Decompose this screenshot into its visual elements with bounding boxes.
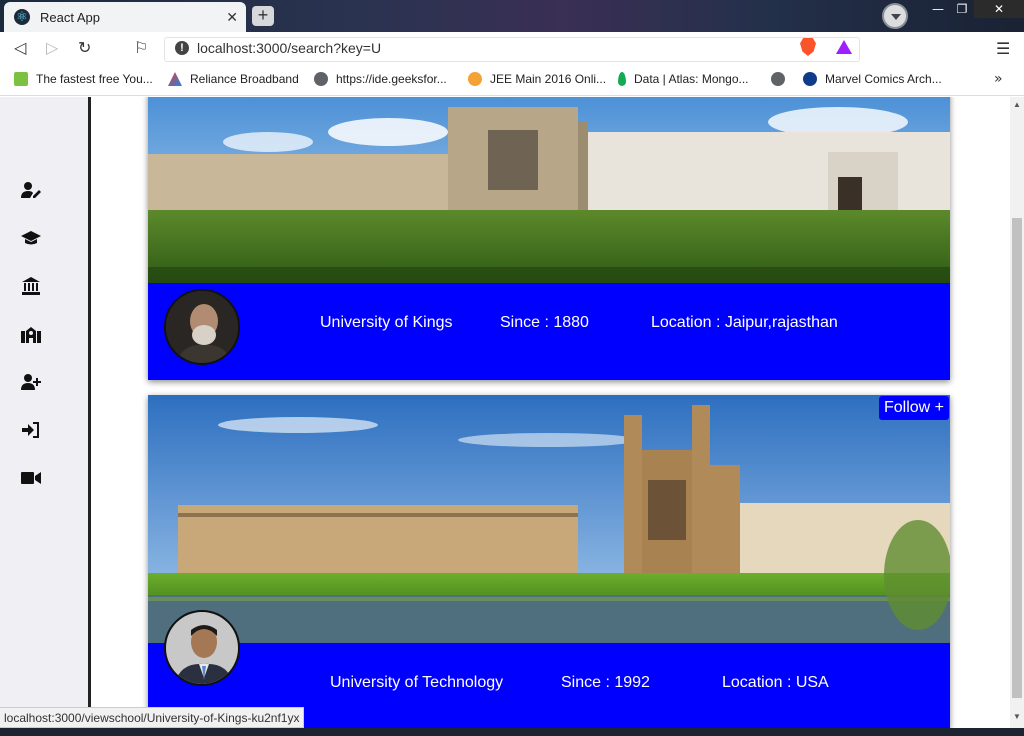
school-card[interactable]: Follow + University of Technology Since … xyxy=(148,395,950,729)
bookmark-item[interactable]: https://ide.geeksfor... xyxy=(314,72,447,86)
bookmark-label: https://ide.geeksfor... xyxy=(336,72,447,86)
user-edit-icon[interactable] xyxy=(21,181,41,199)
school-since: Since : 1992 xyxy=(561,674,650,691)
bookmark-item[interactable]: Marvel Comics Arch... xyxy=(803,72,942,86)
school-card[interactable]: University of Kings Since : 1880 Locatio… xyxy=(148,97,950,380)
school-location: Location : USA xyxy=(722,674,829,691)
link-status-bar: localhost:3000/viewschool/University-of-… xyxy=(0,707,305,728)
reliance-icon xyxy=(168,72,182,86)
os-taskbar xyxy=(0,728,1024,736)
page-content: University of Kings Since : 1880 Locatio… xyxy=(0,97,1010,736)
school-name[interactable]: University of Technology xyxy=(330,674,503,692)
scrollbar-thumb[interactable] xyxy=(1012,218,1022,698)
minimize-icon[interactable]: — xyxy=(926,0,950,18)
bookmark-label: Reliance Broadband xyxy=(190,72,299,86)
bookmark-label: Marvel Comics Arch... xyxy=(825,72,942,86)
user-plus-icon[interactable] xyxy=(21,373,41,391)
bookmark-icon[interactable]: ⚐ xyxy=(134,38,148,57)
globe-icon xyxy=(314,72,328,86)
school-since: Since : 1880 xyxy=(500,314,589,331)
bookmark-item[interactable]: JEE Main 2016 Onli... xyxy=(468,72,606,86)
browser-tab[interactable]: ⚛ React App ✕ xyxy=(4,2,246,32)
scroll-up-icon[interactable]: ▲ xyxy=(1013,100,1021,109)
school-image[interactable] xyxy=(148,97,950,283)
school-info-bar: University of Kings Since : 1880 Locatio… xyxy=(148,283,950,380)
bookmark-label: The fastest free You... xyxy=(36,72,153,86)
brave-rewards-icon[interactable] xyxy=(836,40,852,54)
tab-title: React App xyxy=(40,9,100,25)
browser-menu-icon[interactable]: ☰ xyxy=(996,39,1010,58)
window-controls: — ❐ ✕ xyxy=(926,0,1024,20)
url-text[interactable]: localhost:3000/search?key=U xyxy=(197,40,381,56)
school-location: Location : Jaipur,rajasthan xyxy=(651,314,838,331)
bookmark-item[interactable]: The fastest free You... xyxy=(14,72,153,86)
more-bookmarks-icon[interactable]: » xyxy=(994,71,1003,87)
restore-icon[interactable]: ❐ xyxy=(950,0,974,18)
site-info-icon[interactable]: ! xyxy=(175,41,189,55)
bookmark-label: JEE Main 2016 Onli... xyxy=(490,72,607,86)
bookmark-item[interactable]: Reliance Broadband xyxy=(168,72,299,86)
close-window-icon[interactable]: ✕ xyxy=(974,0,1024,18)
video-camera-icon[interactable] xyxy=(21,469,41,487)
bookmark-item[interactable]: Data | Atlas: Mongo... xyxy=(618,72,749,86)
follow-button[interactable]: Follow + xyxy=(878,396,949,420)
bookmarks-bar: The fastest free You... Reliance Broadba… xyxy=(0,64,1024,96)
back-icon[interactable]: ◁ xyxy=(14,38,26,57)
globe-icon xyxy=(771,72,785,86)
browser-titlebar: ⚛ React App ✕ + — ❐ ✕ xyxy=(0,0,1024,32)
founder-avatar xyxy=(164,610,240,686)
forward-icon[interactable]: ▷ xyxy=(46,38,58,57)
new-tab-button[interactable]: + xyxy=(252,6,274,26)
download-icon xyxy=(14,72,28,86)
jee-icon xyxy=(468,72,482,86)
school-image[interactable]: Follow + xyxy=(148,395,950,643)
jio-icon xyxy=(803,72,817,86)
profile-menu-button[interactable] xyxy=(882,3,908,29)
founder-avatar xyxy=(164,289,240,365)
sidebar xyxy=(0,97,91,736)
reload-icon[interactable]: ↻ xyxy=(78,38,91,57)
person-photo xyxy=(166,291,238,363)
school-name[interactable]: University of Kings xyxy=(320,314,453,332)
sign-in-icon[interactable] xyxy=(21,421,41,439)
campus-photo xyxy=(148,395,950,643)
scroll-down-icon[interactable]: ▼ xyxy=(1013,712,1021,721)
graduation-cap-icon[interactable] xyxy=(21,229,41,247)
bookmark-item[interactable] xyxy=(771,72,793,86)
person-photo xyxy=(166,612,238,684)
bookmark-label: Data | Atlas: Mongo... xyxy=(634,72,749,86)
university-icon[interactable] xyxy=(21,277,41,295)
react-icon: ⚛ xyxy=(14,9,30,25)
school-icon[interactable] xyxy=(21,325,41,343)
close-tab-icon[interactable]: ✕ xyxy=(226,9,238,26)
mongodb-icon xyxy=(618,72,626,86)
campus-photo xyxy=(148,97,950,283)
